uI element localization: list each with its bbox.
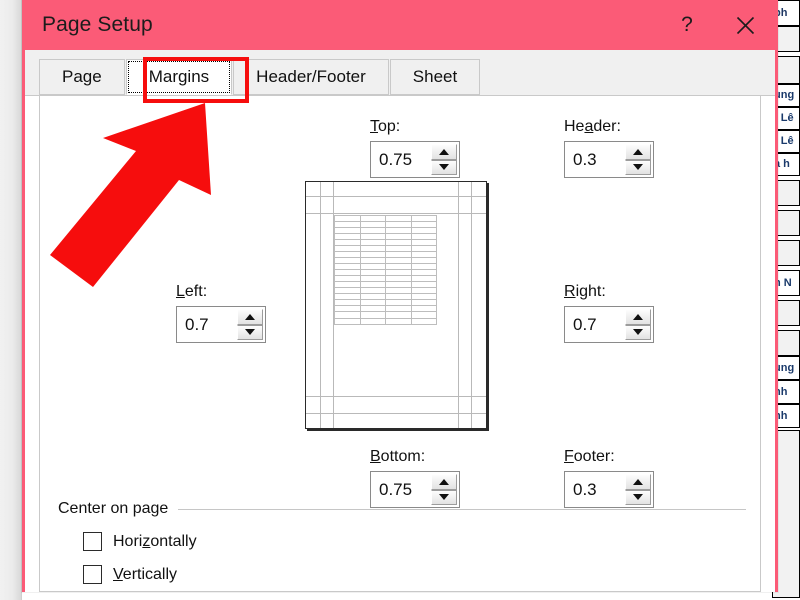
left-margin-increment-button[interactable]: [237, 309, 263, 325]
top-margin-field: Top: 0.75: [370, 118, 488, 178]
center-on-page-header: Center on page: [58, 500, 746, 518]
right-margin-spinner[interactable]: 0.7: [564, 306, 654, 343]
top-margin-spinner[interactable]: 0.75: [370, 141, 460, 178]
horizontally-checkbox-row[interactable]: Horizontally: [58, 532, 746, 551]
group-divider: [178, 508, 746, 510]
right-margin-field: Right: 0.7: [564, 283, 682, 343]
screen: ph ùng : Lê : Lê a h n N ùng nh nh Page …: [0, 0, 800, 600]
vertically-label: Vertically: [113, 565, 178, 583]
footer-margin-label: Footer:: [564, 448, 615, 465]
background-left-strip: [0, 0, 22, 600]
left-margin-input[interactable]: 0.7: [177, 307, 236, 342]
horizontally-checkbox[interactable]: [83, 532, 102, 551]
tab-sheet[interactable]: Sheet: [389, 59, 481, 95]
triangle-down-icon: [245, 329, 255, 336]
header-margin-spin-buttons: [624, 144, 651, 175]
top-margin-increment-button[interactable]: [431, 144, 457, 160]
header-margin-increment-button[interactable]: [625, 144, 651, 160]
right-margin-decrement-button[interactable]: [625, 324, 651, 340]
page-preview: [305, 181, 487, 429]
triangle-up-icon: [245, 313, 255, 320]
left-margin-field: Left: 0.7: [176, 283, 294, 343]
right-margin-label: Right:: [564, 283, 606, 300]
header-margin-decrement-button[interactable]: [625, 159, 651, 175]
bottom-margin-label: Bottom:: [370, 448, 426, 465]
margins-tab-panel: Top: 0.75 Header: 0.3 Left: 0.7 Right: 0…: [39, 96, 761, 592]
preview-data-grid: [334, 215, 437, 325]
triangle-up-icon: [633, 313, 643, 320]
tab-page[interactable]: Page: [39, 59, 125, 95]
triangle-up-icon: [633, 478, 643, 485]
center-on-page-label: Center on page: [58, 500, 169, 517]
question-mark-icon: ?: [681, 13, 693, 36]
dialog-titlebar[interactable]: Page Setup ?: [25, 0, 775, 50]
triangle-up-icon: [633, 148, 643, 155]
tab-header-footer[interactable]: Header/Footer: [233, 59, 389, 95]
footer-margin-increment-button[interactable]: [625, 474, 651, 490]
triangle-up-icon: [439, 478, 449, 485]
vertically-checkbox[interactable]: [83, 565, 102, 584]
right-margin-input[interactable]: 0.7: [565, 307, 624, 342]
top-margin-spin-buttons: [430, 144, 457, 175]
bottom-margin-field: Bottom: 0.75: [370, 448, 488, 508]
bottom-margin-increment-button[interactable]: [431, 474, 457, 490]
left-margin-decrement-button[interactable]: [237, 324, 263, 340]
page-title: Page Setup: [42, 13, 153, 36]
close-button[interactable]: [715, 0, 775, 50]
help-button[interactable]: ?: [659, 0, 715, 50]
horizontally-label: Horizontally: [113, 532, 197, 550]
tab-margins[interactable]: Margins: [125, 59, 233, 95]
center-on-page-group: Center on page Horizontally Vertically: [58, 500, 746, 584]
close-icon: [736, 16, 754, 34]
tab-strip: Page Margins Header/Footer Sheet: [25, 58, 775, 96]
footer-margin-field: Footer: 0.3: [564, 448, 682, 508]
page-setup-dialog: Page Setup ? Page Margins Header/Footer: [22, 0, 778, 592]
triangle-down-icon: [633, 329, 643, 336]
header-margin-field: Header: 0.3: [564, 118, 682, 178]
triangle-down-icon: [439, 164, 449, 171]
left-margin-label: Left:: [176, 283, 208, 300]
vertically-checkbox-row[interactable]: Vertically: [58, 565, 746, 584]
right-margin-spin-buttons: [624, 309, 651, 340]
header-margin-label: Header:: [564, 118, 621, 135]
top-margin-label: Top:: [370, 118, 401, 135]
left-margin-spinner[interactable]: 0.7: [176, 306, 266, 343]
triangle-up-icon: [439, 148, 449, 155]
header-margin-spinner[interactable]: 0.3: [564, 141, 654, 178]
triangle-down-icon: [633, 164, 643, 171]
top-margin-decrement-button[interactable]: [431, 159, 457, 175]
titlebar-buttons: ?: [659, 0, 775, 50]
header-margin-input[interactable]: 0.3: [565, 142, 624, 177]
right-margin-increment-button[interactable]: [625, 309, 651, 325]
left-margin-spin-buttons: [236, 309, 263, 340]
top-margin-input[interactable]: 0.75: [371, 142, 430, 177]
tab-strip-area: Page Margins Header/Footer Sheet: [25, 50, 775, 96]
